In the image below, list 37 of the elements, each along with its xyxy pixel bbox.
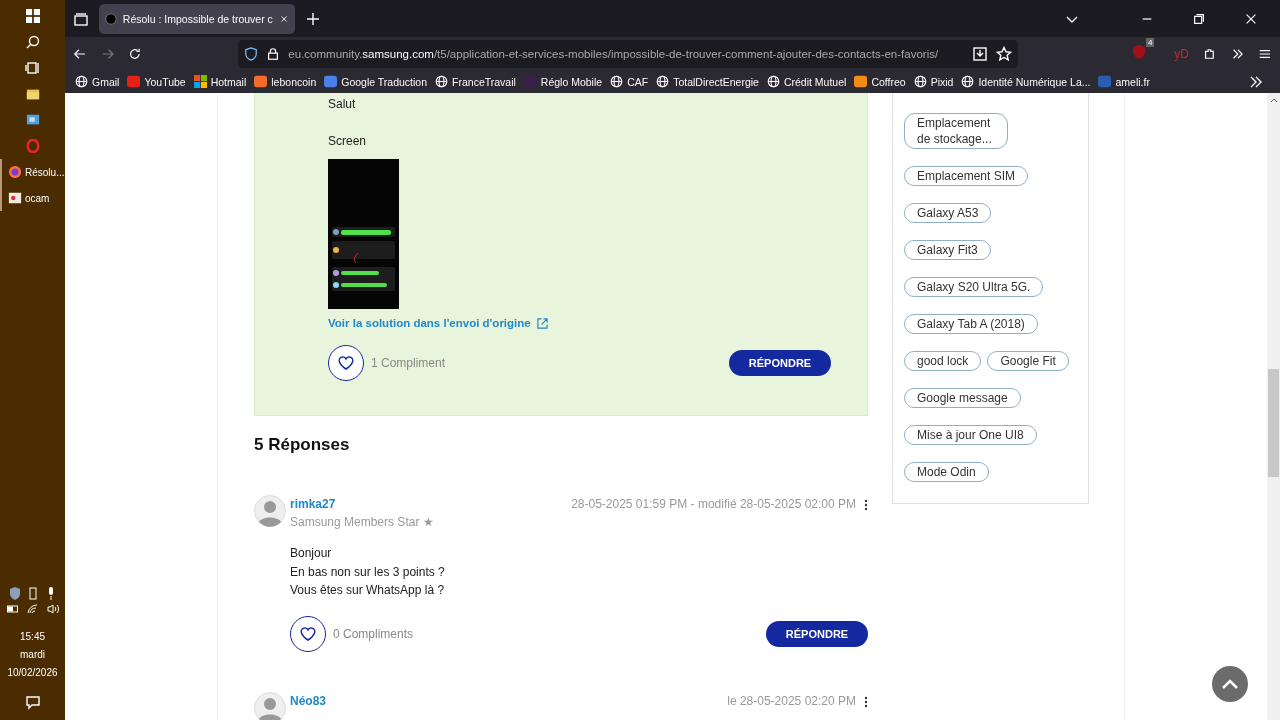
address-bar[interactable]: eu.community.samsung.com/t5/application-et-services-mobiles/impossible-de-trouver-comment-ajouter-des-contacts-en-favoris/: [238, 39, 1019, 68]
tag[interactable]: Emplacement de stockage...: [904, 113, 1008, 149]
post-text: Screen: [328, 132, 368, 150]
bookmark[interactable]: CAF: [610, 75, 649, 88]
author-name[interactable]: Néo83: [290, 691, 327, 710]
clock-date: 10/02/2026: [7, 666, 58, 680]
bookmark[interactable]: YouTube: [127, 75, 186, 88]
bookmark[interactable]: TotalDirectEnergie: [656, 75, 759, 88]
bookmark[interactable]: Google Traduction: [324, 75, 428, 88]
clock-time: 15:45: [20, 630, 45, 644]
badge-count: 4: [1145, 37, 1155, 47]
bookmark[interactable]: leboncoin: [254, 75, 317, 88]
reply-button[interactable]: RÉPONDRE: [766, 620, 868, 647]
post-text: Salut: [328, 96, 357, 113]
bookmark[interactable]: Coffreo: [854, 75, 906, 88]
bookmark[interactable]: Identité Numérique La...: [961, 75, 1091, 88]
browser-tab[interactable]: Résolu : Impossible de trouver c: [99, 3, 295, 34]
compliment-count: 1 Compliment: [371, 356, 446, 370]
author-name[interactable]: rimka27: [290, 495, 434, 513]
url-text: eu.community.samsung.com/t5/application-et-services-mobiles/impossible-de-trouver-comment-ajouter-des-contacts-en-favoris/: [288, 47, 940, 60]
bookmark[interactable]: FranceTravail: [435, 75, 516, 88]
compliment-count: 0 Compliments: [333, 626, 414, 641]
bookmark[interactable]: Gmail: [75, 75, 120, 88]
bookmark[interactable]: Réglo Mobile: [523, 75, 603, 88]
bookmark[interactable]: Crédit Mutuel: [766, 75, 847, 88]
replies-heading: 5 Réponses: [254, 435, 351, 455]
post-text: Bonjour: [290, 545, 333, 562]
clock-day: mardi: [20, 648, 45, 662]
reply-button[interactable]: RÉPONDRE: [729, 350, 831, 376]
bookmark[interactable]: Hotmail: [193, 75, 247, 88]
post-date: 28-05-2025 01:59 PM - modifié 28-05-2025 02:00 PM: [571, 496, 856, 513]
bookmark[interactable]: ameli.fr: [1098, 75, 1150, 88]
post-text: En bas non sur les 3 points ?: [290, 563, 446, 581]
post-date: le 28-05-2025 02:20 PM: [727, 692, 856, 710]
bookmark[interactable]: Pixid: [913, 75, 954, 88]
member-rank: Samsung Members Star ★: [290, 514, 434, 531]
post-text: Vous êtes sur WhatsApp là ?: [290, 582, 446, 599]
